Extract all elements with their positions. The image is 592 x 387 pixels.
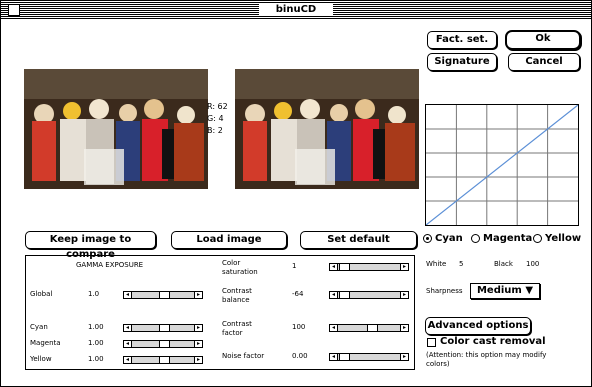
crowd-photo: [235, 69, 419, 189]
white-label: White: [426, 260, 447, 268]
slider-thumb[interactable]: [338, 354, 350, 360]
arrow-right-icon[interactable]: ▸: [400, 325, 408, 331]
dropdown-arrow-icon: ▼: [525, 285, 534, 296]
slider-thumb[interactable]: [158, 325, 170, 331]
saturation-label-2: saturation: [222, 268, 258, 276]
radio-cyan[interactable]: Cyan: [423, 233, 463, 244]
adjustments-panel: GAMMA EXPOSURE Global 1.0 ◂ ▸ Cyan 1.00 ◂…: [25, 255, 415, 370]
advanced-options-button[interactable]: Advanced options: [425, 317, 531, 335]
contrast-balance-value: -64: [292, 290, 304, 298]
black-value: 100: [526, 260, 540, 268]
radio-label: Cyan: [435, 233, 463, 244]
radio-dot: [471, 234, 480, 243]
crowd-photo: [24, 69, 208, 189]
arrow-left-icon[interactable]: ◂: [330, 325, 338, 331]
contrast-balance-slider[interactable]: ◂ ▸: [329, 291, 409, 299]
yellow-slider[interactable]: ◂ ▸: [123, 356, 203, 364]
arrow-left-icon[interactable]: ◂: [124, 341, 132, 347]
slider-thumb[interactable]: [338, 292, 350, 298]
arrow-left-icon[interactable]: ◂: [330, 292, 338, 298]
contrast-balance-label-1: Contrast: [222, 287, 252, 295]
slider-thumb[interactable]: [367, 325, 379, 331]
color-cast-label[interactable]: Color cast removal: [440, 336, 546, 347]
yellow-value: 1.00: [88, 355, 104, 363]
arrow-right-icon[interactable]: ▸: [400, 264, 408, 270]
magenta-label: Magenta: [30, 339, 61, 347]
curve-grid: [425, 104, 579, 226]
arrow-left-icon[interactable]: ◂: [330, 354, 338, 360]
window-title: binuCD: [259, 3, 333, 16]
arrow-left-icon[interactable]: ◂: [124, 357, 132, 363]
contrast-factor-slider[interactable]: ◂ ▸: [329, 324, 409, 332]
gamma-exposure-label: GAMMA EXPOSURE: [76, 261, 144, 269]
contrast-factor-label-2: factor: [222, 329, 243, 337]
noise-factor-value: 0.00: [292, 352, 308, 360]
cyan-slider[interactable]: ◂ ▸: [123, 324, 203, 332]
radio-dot: [423, 234, 432, 243]
color-cast-note-2: colors): [426, 360, 450, 368]
tone-curve-graph[interactable]: [425, 104, 579, 226]
sharpness-dropdown[interactable]: Medium ▼: [470, 283, 540, 299]
processed-image-preview: [235, 69, 419, 189]
saturation-value: 1: [292, 262, 297, 270]
yellow-label: Yellow: [30, 355, 52, 363]
global-label: Global: [30, 290, 53, 298]
ok-button[interactable]: Ok: [505, 30, 581, 50]
keep-image-button[interactable]: Keep image to compare: [25, 231, 156, 260]
sharpness-value: Medium: [476, 285, 522, 296]
arrow-right-icon[interactable]: ▸: [194, 341, 202, 347]
arrow-left-icon[interactable]: ◂: [124, 325, 132, 331]
radio-label: Yellow: [545, 233, 582, 244]
load-image-button[interactable]: Load image: [171, 231, 287, 249]
global-slider[interactable]: ◂ ▸: [123, 291, 203, 299]
cyan-value: 1.00: [88, 323, 104, 331]
signature-button[interactable]: Signature: [427, 53, 497, 71]
cyan-label: Cyan: [30, 323, 48, 331]
sharpness-label: Sharpness: [426, 287, 463, 295]
set-default-button[interactable]: Set default: [300, 231, 417, 249]
color-cast-checkbox[interactable]: [427, 338, 436, 347]
rgb-readout-b: B: 2: [207, 126, 223, 135]
rgb-readout-g: G: 4: [207, 114, 224, 123]
curve-line: [425, 104, 579, 226]
contrast-factor-label-1: Contrast: [222, 320, 252, 328]
arrow-left-icon[interactable]: ◂: [124, 292, 132, 298]
noise-factor-label: Noise factor: [222, 352, 265, 360]
magenta-slider[interactable]: ◂ ▸: [123, 340, 203, 348]
radio-label: Magenta: [483, 233, 533, 244]
white-value: 5: [459, 260, 464, 268]
original-image-preview[interactable]: [24, 69, 208, 189]
binucd-window: binuCD Fact. set. Ok Signature Cancel R:…: [0, 0, 592, 387]
rgb-readout-r: R: 62: [207, 102, 228, 111]
radio-dot: [533, 234, 542, 243]
contrast-factor-value: 100: [292, 323, 306, 331]
magenta-value: 1.00: [88, 339, 104, 347]
saturation-slider[interactable]: ◂ ▸: [329, 263, 409, 271]
saturation-label-1: Color: [222, 259, 241, 267]
global-value: 1.0: [88, 290, 100, 298]
slider-thumb[interactable]: [158, 292, 170, 298]
close-box[interactable]: [8, 4, 20, 16]
arrow-right-icon[interactable]: ▸: [400, 292, 408, 298]
arrow-right-icon[interactable]: ▸: [194, 357, 202, 363]
contrast-balance-label-2: balance: [222, 296, 250, 304]
noise-factor-slider[interactable]: ◂ ▸: [329, 353, 409, 361]
arrow-right-icon[interactable]: ▸: [194, 325, 202, 331]
arrow-left-icon[interactable]: ◂: [330, 264, 338, 270]
arrow-right-icon[interactable]: ▸: [400, 354, 408, 360]
cancel-button[interactable]: Cancel: [508, 53, 580, 71]
radio-yellow[interactable]: Yellow: [533, 233, 581, 244]
fact-set-button[interactable]: Fact. set.: [427, 31, 497, 49]
slider-thumb[interactable]: [158, 357, 170, 363]
arrow-right-icon[interactable]: ▸: [194, 292, 202, 298]
radio-magenta[interactable]: Magenta: [471, 233, 532, 244]
title-bar[interactable]: binuCD: [1, 1, 591, 19]
slider-thumb[interactable]: [158, 341, 170, 347]
color-cast-note-1: (Attention: this option may modify: [426, 351, 547, 359]
black-label: Black: [494, 260, 513, 268]
slider-thumb[interactable]: [338, 264, 350, 270]
